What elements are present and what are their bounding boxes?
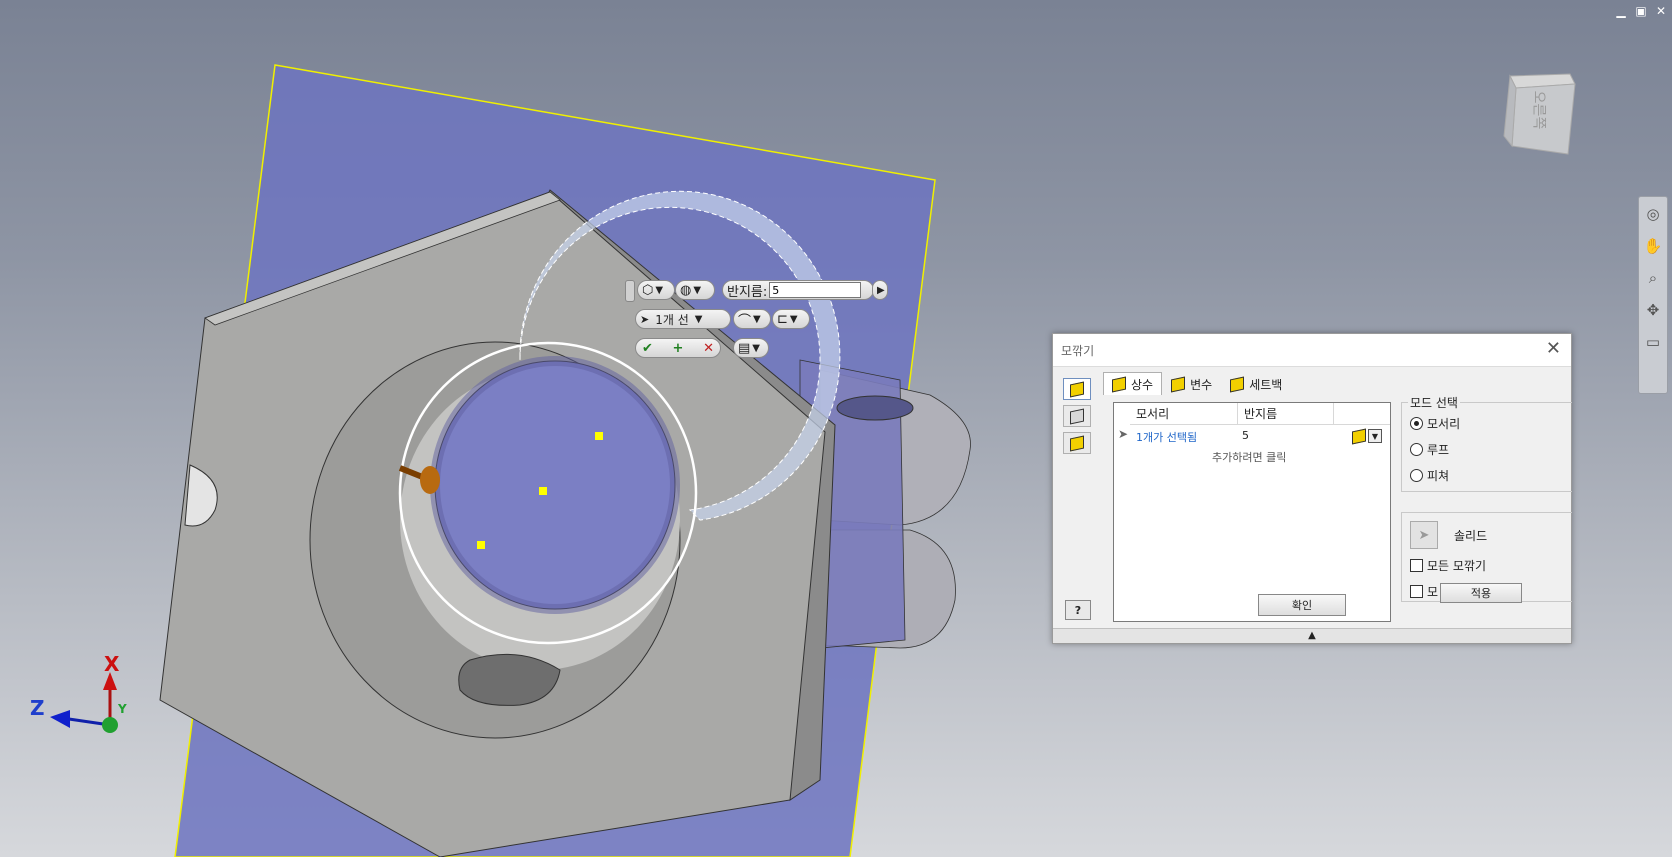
radius-input[interactable] <box>769 282 862 298</box>
expand-arrow-icon: ▲ <box>1308 630 1316 641</box>
chevron-down-icon: ▼ <box>693 284 702 296</box>
radio-label: 피쳐 <box>1427 469 1450 483</box>
radius-label: 반지름: <box>727 284 768 300</box>
chevron-down-icon: ▼ <box>752 342 760 354</box>
close-button[interactable]: ✕ <box>1654 4 1668 18</box>
mode-loop-radio[interactable]: 루프 <box>1410 441 1449 458</box>
pick-point[interactable] <box>595 432 603 440</box>
orbit-icon[interactable]: ✥ <box>1642 299 1664 321</box>
apply-button[interactable]: 적용 <box>1440 583 1522 603</box>
dialog-tabs: 상수 변수 세트백 <box>1103 372 1291 395</box>
radius-cell[interactable]: 5 <box>1242 429 1249 442</box>
solid-group: ➤ 솔리드 모든 모깎기 모 적용 <box>1401 512 1572 603</box>
dialog-title: 모깎기 <box>1061 344 1095 358</box>
x-axis-label: X <box>104 652 120 676</box>
col-header-radius: 반지름 <box>1238 403 1334 425</box>
cursor-icon: ➤ <box>640 312 650 326</box>
row-cursor-icon: ➤ <box>1118 427 1129 441</box>
dialog-titlebar[interactable]: 모깎기 ✕ <box>1053 334 1571 367</box>
edge-radius-table: 모서리 반지름 ➤ 1개가 선택됨 5 ▼ 추가하려면 클릭 확인 <box>1113 402 1391 622</box>
click-to-add-row[interactable]: 추가하려면 클릭 <box>1212 449 1286 465</box>
full-round-fillet-icon[interactable] <box>1063 432 1091 454</box>
constant-fillet-icon <box>1112 376 1126 392</box>
fillet-type-icons <box>1063 378 1091 459</box>
tab-setback[interactable]: 세트백 <box>1221 372 1291 395</box>
mode-feature-radio[interactable]: 피쳐 <box>1410 467 1449 484</box>
pick-point[interactable] <box>477 541 485 549</box>
mode-edge-radio[interactable]: 모서리 <box>1410 415 1460 432</box>
minitoolbar-grip[interactable] <box>625 280 635 302</box>
col-header-edge: 모서리 <box>1130 403 1238 425</box>
zoom-icon[interactable]: ⌕ <box>1642 267 1664 289</box>
radius-arrow-button[interactable]: ▶ <box>872 280 888 300</box>
fillet-type-dropdown[interactable]: ⌒ ▼ <box>733 309 771 329</box>
solid-body-icon: ⬡ <box>642 282 654 298</box>
steering-wheel-icon[interactable]: ◎ <box>1642 203 1664 225</box>
radius-field-group: 반지름: <box>722 280 874 300</box>
tab-constant[interactable]: 상수 <box>1103 372 1163 395</box>
pick-point[interactable] <box>539 487 547 495</box>
selection-mode-dropdown[interactable]: ⬡ ▼ <box>637 280 675 300</box>
chevron-down-icon: ▼ <box>753 313 761 325</box>
help-button[interactable]: ? <box>1065 600 1091 620</box>
cancel-x-icon[interactable]: ✕ <box>703 341 714 356</box>
view-cube-face-label: 오른쪽 <box>1530 90 1547 130</box>
selection-count: 1개 선 <box>655 312 689 327</box>
options-dropdown[interactable]: ▤ ▼ <box>733 338 769 358</box>
cursor-icon: ➤ <box>1418 527 1430 543</box>
arrow-right-icon: ▶ <box>877 284 885 296</box>
checkbox-label: 모든 모깎기 <box>1427 559 1487 573</box>
expand-more-bar[interactable]: ▲ <box>1053 628 1571 643</box>
checkbox-label: 모 <box>1427 585 1439 599</box>
all-fillets-checkbox[interactable]: 모든 모깎기 <box>1410 557 1486 574</box>
select-filter-dropdown[interactable]: ⊏ ▼ <box>772 309 810 329</box>
lug-hole <box>836 395 914 421</box>
navigation-bar: ◎ ✋ ⌕ ✥ ▭ <box>1638 196 1668 394</box>
setback-icon <box>1230 376 1245 392</box>
edge-selection-cell[interactable]: 1개가 선택됨 <box>1136 429 1197 445</box>
window-controls: ▁ ▣ ✕ <box>1614 4 1668 18</box>
look-at-icon[interactable]: ▭ <box>1642 331 1664 353</box>
filter-icon: ⊏ <box>777 311 788 327</box>
globe-plus-icon: ◍ <box>680 282 692 298</box>
fillet-shape-cell[interactable]: ▼ <box>1352 428 1382 444</box>
apply-plus-icon[interactable]: + <box>673 341 684 356</box>
solid-select-dropdown[interactable]: ◍ ▼ <box>675 280 715 300</box>
axis-triad <box>50 672 118 733</box>
fillet-dialog: 모깎기 ✕ ? 상수 변수 세트백 모서리 반지름 ➤ 1개가 선택됨 5 ▼ … <box>1052 333 1572 644</box>
minimize-button[interactable]: ▁ <box>1614 4 1628 18</box>
ok-add-cancel-group: ✔ + ✕ <box>635 338 721 358</box>
y-axis-label: Y <box>118 702 127 716</box>
ok-button[interactable]: 확인 <box>1258 594 1346 616</box>
dialog-close-button[interactable]: ✕ <box>1546 338 1561 359</box>
solid-label: 솔리드 <box>1454 529 1488 543</box>
radio-label: 루프 <box>1427 443 1450 457</box>
chevron-down-icon[interactable]: ▼ <box>1368 429 1382 443</box>
fillet-shape-icon <box>1352 428 1366 444</box>
chevron-down-icon: ▼ <box>694 313 703 325</box>
tab-label: 상수 <box>1131 377 1154 392</box>
solid-select-button[interactable]: ➤ <box>1410 521 1438 549</box>
all-rounds-checkbox[interactable]: 모 <box>1410 583 1438 600</box>
col-header-blank <box>1334 403 1390 425</box>
edge-fillet-icon[interactable] <box>1063 378 1091 400</box>
select-mode-legend: 모드 선택 <box>1408 394 1460 411</box>
chevron-down-icon: ▼ <box>789 313 798 325</box>
tab-label: 세트백 <box>1249 377 1283 392</box>
tab-variable[interactable]: 변수 <box>1162 372 1221 395</box>
tab-label: 변수 <box>1190 377 1213 392</box>
ok-check-icon[interactable]: ✔ <box>642 341 653 356</box>
fillet-icon: ⌒ <box>738 313 752 329</box>
variable-fillet-icon <box>1171 376 1186 392</box>
z-axis-label: Z <box>30 696 45 720</box>
radio-label: 모서리 <box>1427 417 1461 431</box>
restore-button[interactable]: ▣ <box>1634 4 1648 18</box>
select-mode-group: 모드 선택 모서리 루프 피쳐 <box>1401 394 1572 492</box>
face-fillet-icon[interactable] <box>1063 405 1091 427</box>
chevron-down-icon: ▼ <box>655 284 664 296</box>
pan-icon[interactable]: ✋ <box>1642 235 1664 257</box>
edge-selection-dropdown[interactable]: ➤ 1개 선 ▼ <box>635 309 731 329</box>
list-options-icon: ▤ <box>738 340 751 356</box>
